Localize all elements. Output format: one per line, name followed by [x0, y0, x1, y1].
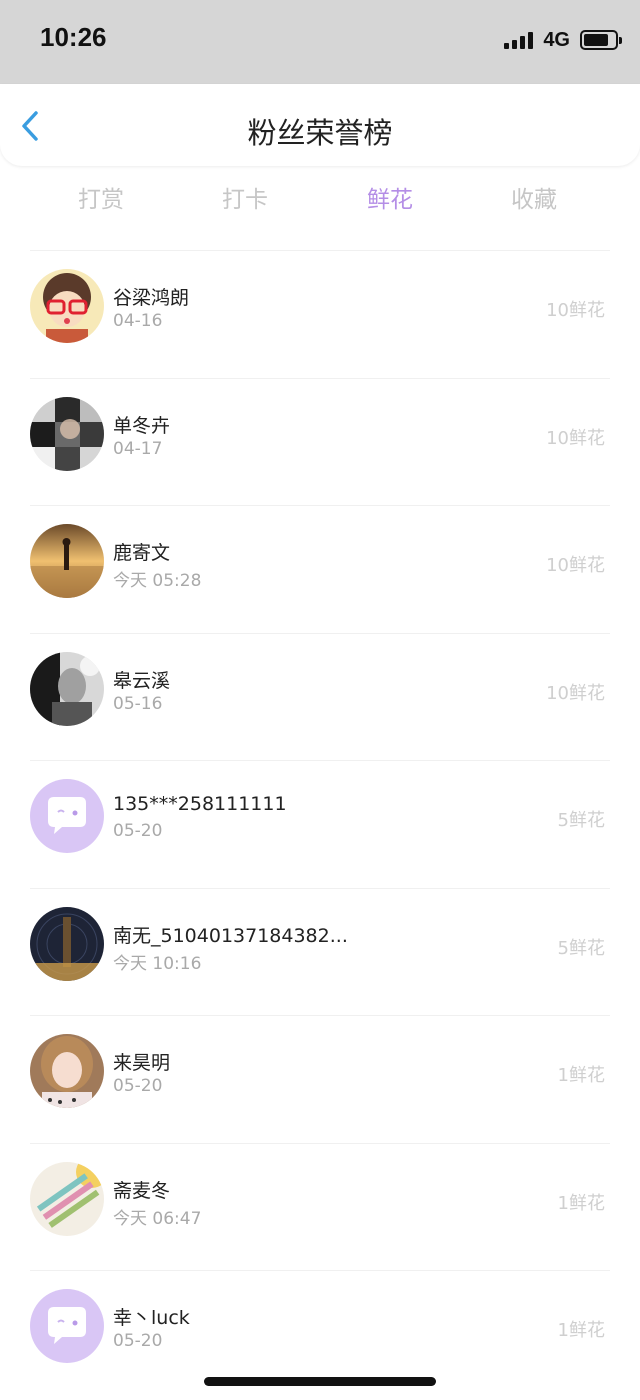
fan-time: 今天 06:47 [113, 1208, 202, 1229]
fan-time: 05-20 [113, 1076, 163, 1096]
fan-time: 04-16 [113, 311, 163, 331]
flower-count: 5鲜花 [557, 937, 605, 959]
list-item[interactable]: 皋云溪 05-16 10鲜花 [0, 634, 640, 761]
network-label: 4G [543, 28, 570, 51]
flower-count: 1鲜花 [557, 1320, 605, 1341]
list-item[interactable]: 单冬卉 04-17 10鲜花 [0, 379, 640, 506]
nav-bar: 粉丝荣誉榜 [0, 84, 640, 166]
fan-name: 幸丶luck [113, 1307, 190, 1329]
default-chat-bubble-avatar [30, 1289, 104, 1363]
list-item[interactable]: 鹿寄文 今天 05:28 10鲜花 [0, 506, 640, 634]
fan-list: 谷梁鸿朗 04-16 10鲜花 单冬卉 04-17 10鲜花 鹿寄文 今天 05… [0, 251, 640, 1399]
list-item[interactable]: 135***258111111 05-20 5鲜花 [0, 761, 640, 889]
black-white-portrait-avatar [30, 651, 104, 726]
fan-name: 南无_51040137184382... [113, 924, 348, 947]
page-title: 粉丝荣誉榜 [247, 116, 393, 150]
flower-count: 1鲜花 [557, 1065, 605, 1086]
flower-count: 10鲜花 [546, 427, 605, 449]
flower-count: 5鲜花 [557, 810, 605, 831]
list-item[interactable]: 南无_51040137184382... 今天 10:16 5鲜花 [0, 889, 640, 1016]
fan-name: 来昊明 [113, 1052, 171, 1074]
flower-count: 10鲜花 [546, 300, 605, 321]
fan-name: 斋麦冬 [113, 1179, 171, 1202]
fan-name: 谷梁鸿朗 [113, 287, 190, 309]
tab-tips[interactable]: 打赏 [41, 180, 161, 214]
signal-icon [504, 31, 534, 49]
flower-count: 10鲜花 [546, 555, 605, 576]
tab-checkin[interactable]: 打卡 [185, 180, 305, 214]
status-time: 10:26 [40, 22, 107, 52]
sunset-silhouette-avatar [30, 524, 104, 598]
fan-time: 今天 10:16 [113, 953, 202, 974]
status-bar: 10:26 4G [0, 0, 640, 84]
fan-name: 单冬卉 [113, 414, 171, 437]
tab-bar: 打赏 打卡 鲜花 收藏 [0, 180, 640, 220]
fan-name: 皋云溪 [113, 669, 171, 692]
flower-count: 10鲜花 [546, 682, 605, 704]
fan-time: 今天 05:28 [113, 571, 202, 591]
home-indicator[interactable] [204, 1377, 436, 1386]
list-item[interactable]: 谷梁鸿朗 04-16 10鲜花 [0, 251, 640, 379]
fan-time: 05-20 [113, 821, 163, 841]
colorful-pens-avatar [30, 1161, 104, 1236]
tab-flowers[interactable]: 鲜花 [330, 180, 450, 214]
night-tower-avatar [30, 906, 104, 981]
cartoon-girl-red-glasses-avatar [30, 269, 104, 343]
fan-time: 05-20 [113, 1331, 163, 1351]
mosaic-portrait-avatar [30, 396, 104, 471]
fan-name: 鹿寄文 [113, 542, 171, 564]
fan-time: 04-17 [113, 438, 163, 459]
default-chat-bubble-avatar [30, 779, 104, 853]
fan-name: 135***258111111 [113, 793, 287, 815]
status-indicators: 4G [504, 28, 622, 52]
flower-count: 1鲜花 [557, 1192, 605, 1214]
battery-icon [580, 30, 622, 50]
tab-favorites[interactable]: 收藏 [474, 180, 594, 214]
list-item[interactable]: 斋麦冬 今天 06:47 1鲜花 [0, 1144, 640, 1271]
girl-peace-sign-avatar [30, 1034, 104, 1108]
fan-time: 05-16 [113, 693, 163, 714]
list-item[interactable]: 来昊明 05-20 1鲜花 [0, 1016, 640, 1144]
